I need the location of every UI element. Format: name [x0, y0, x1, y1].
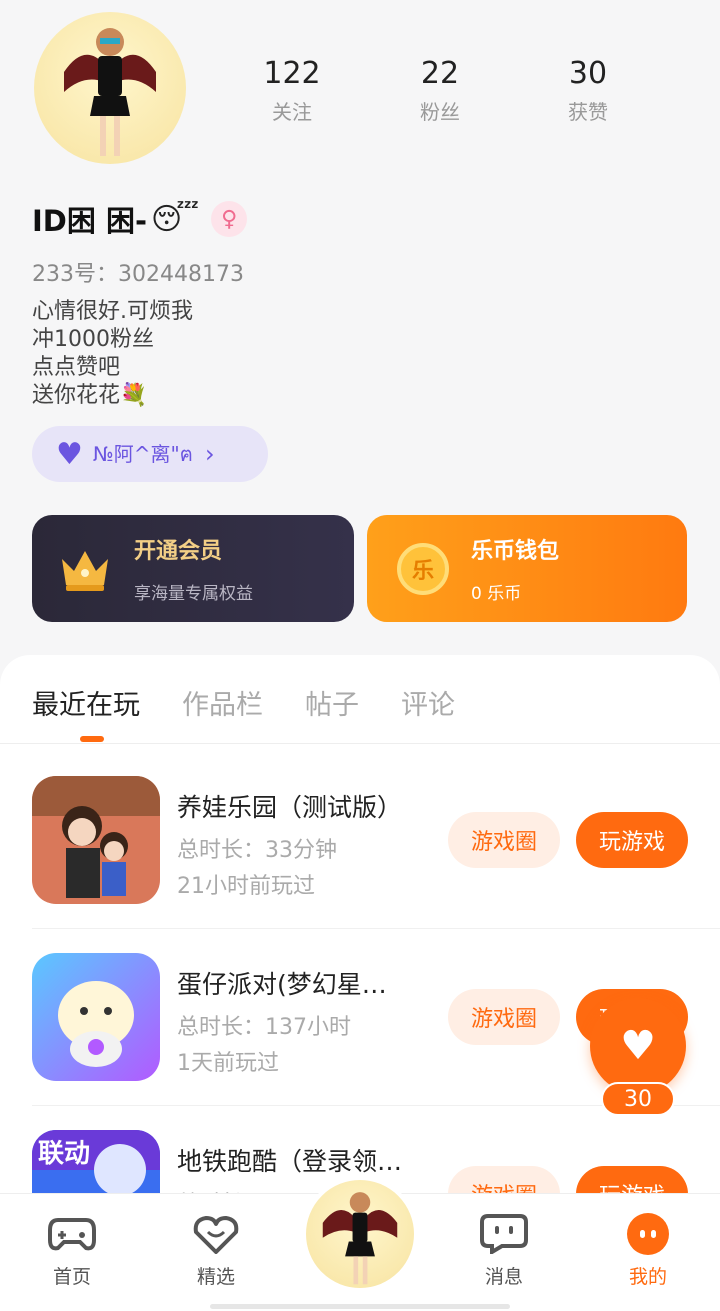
game-last-played: 21小时前玩过	[177, 874, 315, 899]
stat-following-count: 122	[263, 56, 321, 91]
stat-likes-count: 30	[568, 56, 608, 91]
game-circle-button[interactable]: 游戏圈	[448, 812, 560, 868]
tab-works[interactable]: 作品栏	[182, 683, 263, 722]
game-circle-button[interactable]: 游戏圈	[448, 989, 560, 1045]
list-item[interactable]: 蛋仔派对(梦幻星… 总时长：137小时 1天前玩过 游戏圈 玩游戏	[32, 953, 688, 1083]
wallet-balance: 0 乐币	[471, 584, 522, 604]
center-avatar-button[interactable]	[302, 1176, 418, 1292]
purple-heart-icon: ♥	[56, 436, 83, 472]
play-game-button[interactable]: 玩游戏	[576, 812, 688, 868]
vip-subtitle: 享海量专属权益	[134, 584, 253, 604]
game-duration: 总时长：137小时	[177, 1015, 351, 1040]
home-indicator	[210, 1304, 510, 1309]
nav-home-label: 首页	[52, 1266, 91, 1288]
user-id: 233号：302448173	[32, 262, 244, 287]
nav-mine-label: 我的	[628, 1266, 667, 1288]
game-duration: 总时长：33分钟	[177, 838, 337, 863]
avatar-character-image	[322, 1192, 398, 1285]
user-name: ID困 困-	[32, 204, 147, 238]
gamepad-icon	[48, 1212, 96, 1256]
avatar-character-image	[64, 28, 156, 156]
stat-fans[interactable]: 22 粉丝	[366, 56, 514, 125]
list-item[interactable]: 养娃乐园（测试版） 总时长：33分钟 21小时前玩过 游戏圈 玩游戏	[32, 776, 688, 906]
profile-stats: 122 关注 22 粉丝 30 获赞	[218, 56, 662, 125]
bestie-pill[interactable]: ♥ №阿^离"ฅ ›	[32, 426, 268, 482]
vip-title: 开通会员	[134, 539, 223, 564]
name-row: ID困 困- 😴 ♀	[32, 198, 248, 240]
nav-home[interactable]: 首页	[22, 1212, 122, 1289]
profile-tabs: 最近在玩 作品栏 帖子 评论	[32, 683, 497, 742]
game-title: 蛋仔派对(梦幻星…	[177, 970, 387, 999]
stat-following-label: 关注	[272, 100, 312, 124]
user-bio: 心情很好.可烦我 冲1000粉丝 点点赞吧 送你花花💐	[32, 299, 193, 408]
stat-likes[interactable]: 30 获赞	[514, 56, 662, 125]
like-count-badge: 30	[601, 1082, 675, 1116]
sleepy-emoji: 😴	[151, 201, 200, 237]
tab-comments[interactable]: 评论	[401, 683, 455, 722]
chevron-right-icon: ›	[205, 440, 215, 468]
nav-featured-label: 精选	[196, 1266, 235, 1288]
profile-face-icon	[624, 1212, 672, 1256]
nav-messages[interactable]: 消息	[454, 1212, 554, 1289]
game-title: 养娃乐园（测试版）	[177, 793, 403, 822]
row-divider	[32, 928, 720, 929]
like-float-button[interactable]: ♥	[590, 998, 686, 1094]
stat-following[interactable]: 122 关注	[218, 56, 366, 125]
svg-text:联动: 联动	[38, 1139, 90, 1169]
female-gender-icon: ♀	[211, 201, 248, 237]
bestie-name: №阿^离"ฅ	[92, 442, 194, 466]
nav-featured[interactable]: 精选	[166, 1212, 266, 1289]
wallet-title: 乐币钱包	[471, 539, 560, 564]
stat-fans-count: 22	[420, 56, 460, 91]
game-title: 地铁跑酷（登录领…	[177, 1147, 403, 1176]
tab-divider	[0, 743, 720, 744]
nav-mine[interactable]: 我的	[598, 1212, 698, 1289]
tab-recent-play[interactable]: 最近在玩	[32, 683, 140, 742]
wallet-card[interactable]: 乐 乐币钱包 0 乐币	[367, 515, 687, 622]
stat-fans-label: 粉丝	[420, 100, 460, 124]
heart-icon: ♥	[620, 1023, 656, 1069]
game-icon-yangwa	[32, 776, 160, 904]
game-icon-eggy-party	[32, 953, 160, 1081]
coin-icon: 乐	[397, 542, 449, 595]
heart-chat-icon	[192, 1212, 240, 1256]
game-last-played: 1天前玩过	[177, 1051, 279, 1076]
vip-card[interactable]: 开通会员 享海量专属权益	[32, 515, 354, 622]
stat-likes-label: 获赞	[568, 100, 608, 124]
profile-avatar[interactable]	[34, 12, 186, 164]
tab-posts[interactable]: 帖子	[305, 683, 359, 722]
message-icon	[480, 1212, 528, 1256]
nav-messages-label: 消息	[484, 1266, 523, 1288]
crown-icon	[62, 550, 108, 591]
